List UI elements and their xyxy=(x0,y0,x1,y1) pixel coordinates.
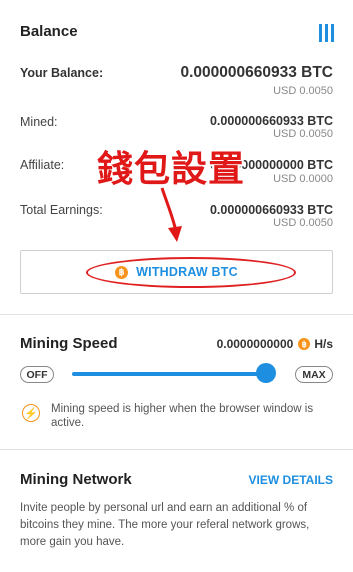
your-balance-usd: USD 0.0050 xyxy=(273,85,333,97)
total-earnings-usd: USD 0.0050 xyxy=(273,217,333,229)
mining-speed-title: Mining Speed xyxy=(20,335,118,352)
lightning-icon: ⚡ xyxy=(22,404,40,422)
view-details-link[interactable]: VIEW DETAILS xyxy=(249,473,333,487)
mined-btc: 0.000000660933 BTC xyxy=(209,114,333,128)
mining-network-title: Mining Network xyxy=(20,471,132,488)
withdraw-btc-button[interactable]: ฿ WITHDRAW BTC xyxy=(20,250,333,294)
bitcoin-icon: ฿ xyxy=(115,265,129,279)
mined-usd: USD 0.0050 xyxy=(273,128,333,140)
withdraw-btc-label: WITHDRAW BTC xyxy=(136,265,238,279)
divider xyxy=(0,314,353,315)
your-balance-label: Your Balance: xyxy=(20,66,104,80)
mining-speed-notice: Mining speed is higher when the browser … xyxy=(51,403,314,429)
total-earnings-label: Total Earnings: xyxy=(20,203,103,217)
divider xyxy=(0,449,353,450)
mining-speed-slider-thumb[interactable] xyxy=(256,363,277,383)
annotation-text: 錢包設置 xyxy=(97,149,246,190)
mining-network-description: Invite people by personal url and earn a… xyxy=(20,502,310,548)
mining-speed-number: 0.0000000000 xyxy=(216,337,294,351)
your-balance-btc: 0.000000660933 BTC xyxy=(180,64,333,81)
affiliate-label: Affiliate: xyxy=(20,158,65,172)
speed-max-button[interactable]: MAX xyxy=(295,366,333,383)
menu-bars-icon[interactable] xyxy=(319,24,334,42)
affiliate-usd: USD 0.0000 xyxy=(273,173,333,185)
total-earnings-btc: 0.000000660933 BTC xyxy=(209,203,333,217)
mining-speed-unit: H/s xyxy=(314,337,333,351)
balance-title: Balance xyxy=(20,23,78,40)
speed-off-button[interactable]: OFF xyxy=(20,366,54,383)
mining-speed-value: 0.0000000000 ฿ H/s xyxy=(217,337,333,351)
mined-label: Mined: xyxy=(20,115,58,129)
bitcoin-icon: ฿ xyxy=(298,338,311,350)
mining-speed-slider[interactable] xyxy=(72,372,270,376)
